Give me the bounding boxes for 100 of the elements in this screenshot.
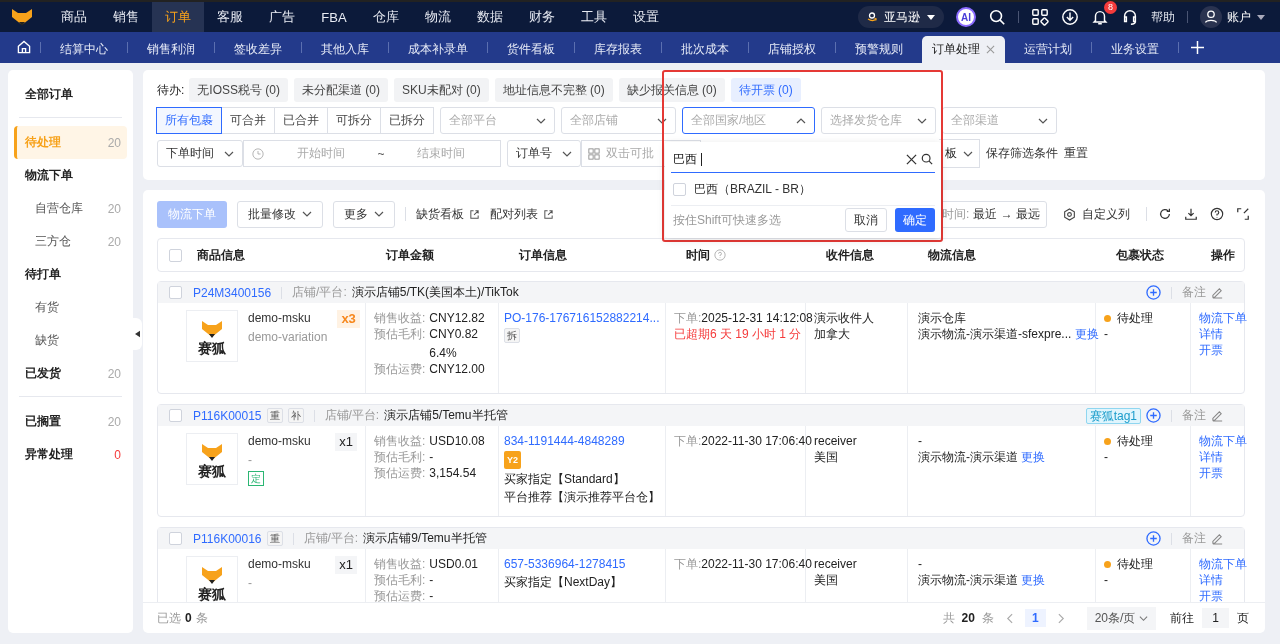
row-checkbox[interactable]	[169, 286, 182, 299]
tab[interactable]: 订单处理	[922, 36, 1005, 63]
package-type-option[interactable]: 已拆分	[380, 107, 434, 134]
todo-filter-tag[interactable]: 未分配渠道 (0)	[294, 78, 389, 102]
menu-item[interactable]: 财务	[516, 2, 568, 32]
sidebar-item[interactable]: 全部订单	[14, 78, 127, 111]
todo-filter-tag[interactable]: 待开票 (0)	[730, 78, 801, 102]
fullscreen-icon[interactable]	[1236, 207, 1250, 221]
sidebar-item[interactable]: 已搁置 20	[14, 405, 127, 438]
package-type-option[interactable]: 已合并	[274, 107, 328, 134]
sidebar-item[interactable]: 物流下单	[14, 159, 127, 192]
sidebar-item[interactable]: 待打单	[14, 258, 127, 291]
tab[interactable]: 库存报表	[575, 36, 661, 63]
bell-icon[interactable]	[1091, 8, 1109, 26]
action-link[interactable]: 开票	[1199, 342, 1223, 358]
account-menu[interactable]: 账户	[1200, 6, 1266, 28]
menu-item[interactable]: 商品	[48, 2, 100, 32]
menu-item[interactable]: 订单	[152, 2, 204, 32]
sidebar-subitem[interactable]: 三方仓 20	[14, 225, 127, 258]
tab[interactable]: 销售利润	[128, 36, 214, 63]
search-icon[interactable]	[988, 8, 1006, 26]
action-link[interactable]: 物流下单	[1199, 433, 1247, 449]
page-size-select[interactable]: 20条/页	[1086, 606, 1157, 630]
menu-item[interactable]: 设置	[620, 2, 672, 32]
todo-filter-tag[interactable]: 地址信息不完整 (0)	[494, 78, 613, 102]
menu-item[interactable]: 仓库	[360, 2, 412, 32]
order-number-link[interactable]: 657-5336964-1278415	[504, 556, 626, 572]
home-icon[interactable]	[16, 39, 32, 55]
menu-item[interactable]: 销售	[100, 2, 152, 32]
menu-item[interactable]: 数据	[464, 2, 516, 32]
tab[interactable]: 其他入库	[302, 36, 388, 63]
goto-page-field[interactable]: 1	[1202, 608, 1229, 628]
add-tag-icon[interactable]	[1146, 285, 1161, 300]
save-filter-link[interactable]: 保存筛选条件	[986, 145, 1058, 162]
download-icon[interactable]	[1184, 207, 1198, 221]
edit-icon[interactable]	[1211, 532, 1224, 545]
tab[interactable]: 业务设置	[1092, 36, 1178, 63]
batch-edit-button[interactable]: 批量修改	[237, 200, 323, 228]
action-link[interactable]: 详情	[1199, 572, 1223, 588]
sidebar-subitem[interactable]: 缺货	[14, 324, 127, 357]
refresh-icon[interactable]	[1158, 207, 1172, 221]
collapse-handle[interactable]	[133, 318, 142, 350]
toolbar-link[interactable]: 配对列表	[490, 205, 554, 223]
tab[interactable]: 成本补录单	[389, 36, 487, 63]
menu-item[interactable]: FBA	[308, 2, 360, 32]
marketplace-selector[interactable]: 亚马逊	[858, 6, 944, 28]
more-button[interactable]: 更多	[333, 200, 395, 228]
order-number-link[interactable]: PO-176-176716152882214...	[504, 310, 660, 326]
tab[interactable]: 运营计划	[1005, 36, 1091, 63]
country-search-field[interactable]: 巴西	[671, 146, 935, 173]
action-link[interactable]: 开票	[1199, 465, 1223, 481]
ai-button[interactable]: AI	[956, 7, 976, 27]
tab[interactable]: 货件看板	[488, 36, 574, 63]
tab[interactable]: 签收差异	[215, 36, 301, 63]
change-link[interactable]: 更换	[1021, 573, 1046, 587]
add-tab-icon[interactable]	[1191, 41, 1204, 54]
tab[interactable]: 结算中心	[41, 36, 127, 63]
search-icon[interactable]	[921, 153, 933, 165]
clear-icon[interactable]	[906, 153, 917, 165]
todo-filter-tag[interactable]: 无IOSS税号 (0)	[189, 78, 289, 102]
package-id-link[interactable]: P24M3400156	[193, 285, 272, 300]
time-type-select[interactable]: 下单时间	[157, 140, 243, 167]
add-tag-icon[interactable]	[1146, 408, 1161, 423]
headset-icon[interactable]	[1121, 8, 1139, 26]
country-option[interactable]: 巴西（BRAZIL - BR）	[671, 173, 935, 206]
order-no-select[interactable]: 订单号	[507, 140, 581, 167]
sidebar-subitem[interactable]: 有货	[14, 291, 127, 324]
menu-item[interactable]: 广告	[256, 2, 308, 32]
menu-item[interactable]: 客服	[204, 2, 256, 32]
help-link[interactable]: 帮助	[1151, 8, 1175, 26]
package-type-option[interactable]: 所有包裹	[156, 107, 222, 134]
todo-filter-tag[interactable]: 缺少报关信息 (0)	[618, 78, 725, 102]
action-link[interactable]: 物流下单	[1199, 556, 1247, 572]
tab[interactable]: 批次成本	[662, 36, 748, 63]
package-id-link[interactable]: P116K00016	[193, 531, 262, 546]
change-link[interactable]: 更换	[1021, 450, 1046, 464]
edit-icon[interactable]	[1211, 286, 1224, 299]
reset-link[interactable]: 重置	[1064, 145, 1088, 162]
order-number-link[interactable]: 834-1191444-4848289	[504, 433, 625, 449]
menu-item[interactable]: 物流	[412, 2, 464, 32]
action-link[interactable]: 详情	[1199, 449, 1223, 465]
action-link[interactable]: 详情	[1199, 326, 1223, 342]
action-link[interactable]: 物流下单	[1199, 310, 1247, 326]
row-checkbox[interactable]	[169, 409, 182, 422]
sidebar-subitem[interactable]: 自营仓库 20	[14, 192, 127, 225]
add-tag-icon[interactable]	[1146, 531, 1161, 546]
menu-item[interactable]: 工具	[568, 2, 620, 32]
package-id-link[interactable]: P116K00015	[193, 408, 262, 423]
tab[interactable]: 店铺授权	[749, 36, 835, 63]
toolbar-link[interactable]: 缺货看板	[416, 205, 480, 223]
edit-icon[interactable]	[1211, 409, 1224, 422]
change-link[interactable]: 更换	[1074, 327, 1099, 341]
package-type-option[interactable]: 可拆分	[327, 107, 381, 134]
sidebar-item[interactable]: 已发货 20	[14, 357, 127, 390]
apps-grid-icon[interactable]	[1031, 8, 1049, 26]
page-number[interactable]: 1	[1024, 609, 1046, 627]
action-link[interactable]: 开票	[1199, 588, 1223, 602]
help-icon[interactable]	[1210, 207, 1224, 221]
confirm-button[interactable]: 确定	[895, 208, 935, 232]
package-type-option[interactable]: 可合并	[221, 107, 275, 134]
